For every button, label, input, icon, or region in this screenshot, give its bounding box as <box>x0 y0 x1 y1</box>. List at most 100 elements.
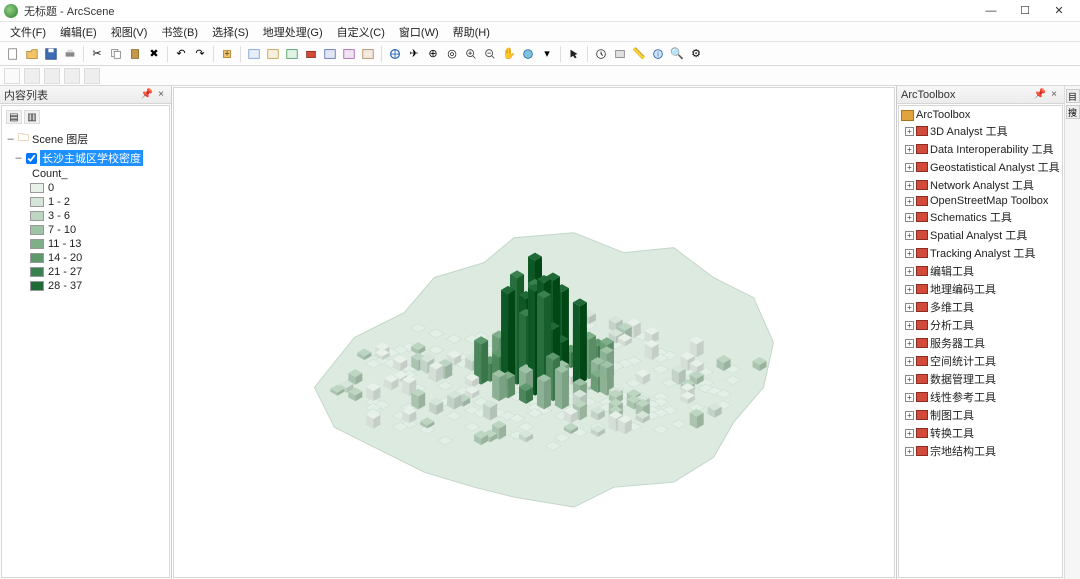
toolbox-item[interactable]: +多维工具 <box>905 298 1060 316</box>
settings-icon[interactable]: ⚙ <box>687 45 705 63</box>
expand-icon[interactable]: + <box>905 127 914 136</box>
toc-icon[interactable] <box>245 45 263 63</box>
arctoolbox-close-icon[interactable]: × <box>1048 89 1060 101</box>
paste-icon[interactable] <box>126 45 144 63</box>
expand-icon[interactable]: + <box>905 267 914 276</box>
toolbox-item[interactable]: +OpenStreetMap Toolbox <box>905 194 1060 208</box>
full-extent-icon[interactable] <box>519 45 537 63</box>
expand-icon[interactable]: + <box>905 163 914 172</box>
expand-icon[interactable]: + <box>905 197 914 206</box>
toolbox-item[interactable]: +Spatial Analyst 工具 <box>905 226 1060 244</box>
toolbox-item[interactable]: +线性参考工具 <box>905 388 1060 406</box>
toolbox-icon[interactable] <box>302 45 320 63</box>
catalog-tab-icon[interactable]: 目 <box>1066 89 1080 103</box>
layer-visibility-checkbox[interactable] <box>26 153 37 164</box>
add-data-icon[interactable]: + <box>218 45 236 63</box>
find-icon[interactable]: 🔍 <box>668 45 686 63</box>
scene-view[interactable] <box>173 87 895 578</box>
tool2-d[interactable] <box>64 68 80 84</box>
time-slider-icon[interactable] <box>592 45 610 63</box>
search-tab-icon[interactable]: 搜 <box>1066 105 1080 119</box>
toolbox-item[interactable]: +Schematics 工具 <box>905 208 1060 226</box>
tool2-b[interactable] <box>24 68 40 84</box>
zoom-in-icon[interactable] <box>462 45 480 63</box>
toolbox-item[interactable]: +宗地结构工具 <box>905 442 1060 460</box>
menu-edit[interactable]: 编辑(E) <box>54 22 103 42</box>
tool2-a[interactable] <box>4 68 20 84</box>
toc-close-icon[interactable]: × <box>155 89 167 101</box>
toolbox-item[interactable]: +地理编码工具 <box>905 280 1060 298</box>
expand-icon[interactable]: + <box>905 231 914 240</box>
toolbox-item[interactable]: +制图工具 <box>905 406 1060 424</box>
window-maximize-button[interactable]: ☐ <box>1008 1 1042 21</box>
select-arrow-icon[interactable] <box>565 45 583 63</box>
toolbox-item[interactable]: +Geostatistical Analyst 工具 <box>905 158 1060 176</box>
toc-list-by-source-icon[interactable]: ▥ <box>24 110 40 124</box>
toolbox-item[interactable]: +编辑工具 <box>905 262 1060 280</box>
menu-file[interactable]: 文件(F) <box>4 22 52 42</box>
expand-icon[interactable]: + <box>905 249 914 258</box>
copy-icon[interactable] <box>107 45 125 63</box>
expand-icon[interactable]: + <box>905 375 914 384</box>
tool2-e[interactable] <box>84 68 100 84</box>
zoom-out-icon[interactable] <box>481 45 499 63</box>
delete-icon[interactable]: ✖ <box>145 45 163 63</box>
window-minimize-button[interactable]: — <box>974 1 1008 21</box>
expand-icon[interactable]: + <box>905 285 914 294</box>
arctoolbox-pin-icon[interactable]: 📌 <box>1034 89 1046 101</box>
tool2-c[interactable] <box>44 68 60 84</box>
menu-view[interactable]: 视图(V) <box>105 22 154 42</box>
expand-icon[interactable]: + <box>905 393 914 402</box>
save-icon[interactable] <box>42 45 60 63</box>
toc-list-by-drawing-icon[interactable]: ▤ <box>6 110 22 124</box>
cut-icon[interactable]: ✂ <box>88 45 106 63</box>
measure-icon[interactable]: 📏 <box>630 45 648 63</box>
identify-icon[interactable]: i <box>649 45 667 63</box>
scene-layers-row[interactable]: – 🗀 Scene 图层 <box>6 128 165 149</box>
animation-icon[interactable] <box>611 45 629 63</box>
expand-icon[interactable]: + <box>905 339 914 348</box>
toc-pin-icon[interactable]: 📌 <box>141 89 153 101</box>
python-icon[interactable] <box>321 45 339 63</box>
catalog-icon[interactable] <box>264 45 282 63</box>
expand-icon[interactable]: + <box>905 429 914 438</box>
expand-icon[interactable]: + <box>905 447 914 456</box>
layer-row[interactable]: – 长沙主城区学校密度 <box>14 149 165 167</box>
toolbox-item[interactable]: +分析工具 <box>905 316 1060 334</box>
redo-icon[interactable]: ↷ <box>191 45 209 63</box>
menu-bookmarks[interactable]: 书签(B) <box>155 22 204 42</box>
results-icon[interactable] <box>359 45 377 63</box>
menu-window[interactable]: 窗口(W) <box>393 22 445 42</box>
open-icon[interactable] <box>23 45 41 63</box>
toolbox-item[interactable]: +Data Interoperability 工具 <box>905 140 1060 158</box>
expand-fov-icon[interactable]: ▾ <box>538 45 556 63</box>
layer-name[interactable]: 长沙主城区学校密度 <box>40 150 143 166</box>
expand-icon[interactable]: + <box>905 321 914 330</box>
menu-geoprocessing[interactable]: 地理处理(G) <box>257 22 329 42</box>
expand-icon[interactable]: + <box>905 213 914 222</box>
model-icon[interactable] <box>340 45 358 63</box>
target-icon[interactable]: ◎ <box>443 45 461 63</box>
toolbox-item[interactable]: +转换工具 <box>905 424 1060 442</box>
pan-icon[interactable]: ✋ <box>500 45 518 63</box>
print-icon[interactable] <box>61 45 79 63</box>
toolbox-item[interactable]: +3D Analyst 工具 <box>905 122 1060 140</box>
expand-icon[interactable]: + <box>905 357 914 366</box>
arctoolbox-root[interactable]: ArcToolbox <box>901 108 1060 122</box>
fly-icon[interactable]: ✈ <box>405 45 423 63</box>
menu-customize[interactable]: 自定义(C) <box>331 22 391 42</box>
navigate-icon[interactable] <box>386 45 404 63</box>
toolbox-item[interactable]: +空间统计工具 <box>905 352 1060 370</box>
toolbox-item[interactable]: +Network Analyst 工具 <box>905 176 1060 194</box>
toolbox-item[interactable]: +Tracking Analyst 工具 <box>905 244 1060 262</box>
new-icon[interactable] <box>4 45 22 63</box>
toolbox-item[interactable]: +服务器工具 <box>905 334 1060 352</box>
toolbox-item[interactable]: +数据管理工具 <box>905 370 1060 388</box>
expand-icon[interactable]: + <box>905 303 914 312</box>
window-close-button[interactable]: ✕ <box>1042 1 1076 21</box>
center-icon[interactable]: ⊕ <box>424 45 442 63</box>
expand-icon[interactable]: + <box>905 181 914 190</box>
menu-select[interactable]: 选择(S) <box>206 22 255 42</box>
expand-icon[interactable]: + <box>905 145 914 154</box>
menu-help[interactable]: 帮助(H) <box>447 22 496 42</box>
